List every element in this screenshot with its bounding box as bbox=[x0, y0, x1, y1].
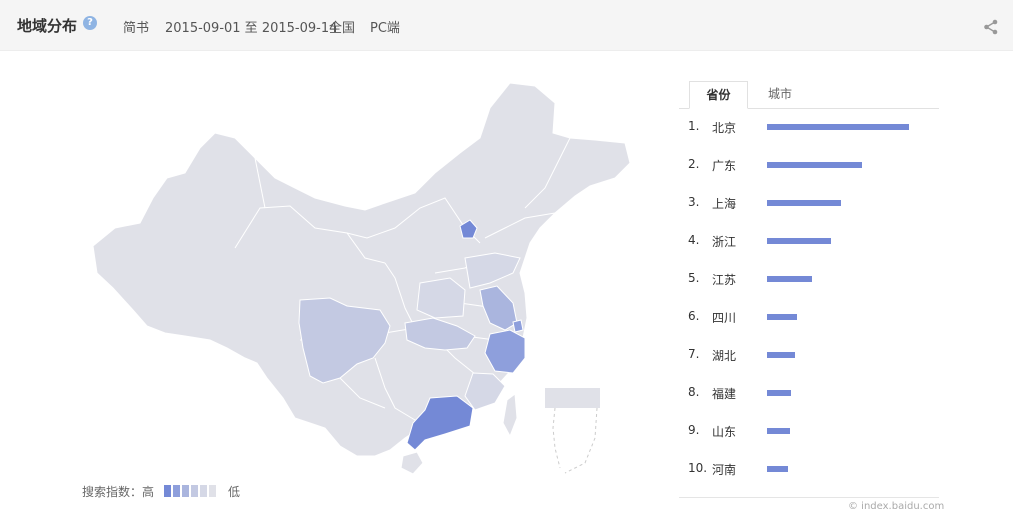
rank-number: 3. bbox=[688, 195, 700, 209]
rank-province-name: 湖北 bbox=[712, 349, 737, 363]
china-map[interactable] bbox=[85, 78, 645, 478]
rank-bar bbox=[767, 466, 788, 472]
rank-province-name: 广东 bbox=[712, 159, 737, 173]
keyword-label: 简书 bbox=[123, 21, 150, 36]
rank-bar bbox=[767, 124, 909, 130]
platform-filter[interactable]: PC端 bbox=[370, 17, 400, 36]
rank-province-name: 福建 bbox=[712, 387, 737, 401]
rank-number: 2. bbox=[688, 157, 700, 171]
header-bar: 地域分布 ? 简书 2015-09-01 至 2015-09-14 全国 PC端 bbox=[0, 0, 1013, 51]
rank-bar bbox=[767, 162, 862, 168]
rank-number: 6. bbox=[688, 309, 700, 323]
rank-number: 4. bbox=[688, 233, 700, 247]
south-china-sea-inset bbox=[545, 388, 600, 474]
date-range[interactable]: 2015-09-01 至 2015-09-14 bbox=[165, 17, 337, 36]
share-icon[interactable] bbox=[982, 18, 1000, 36]
help-icon[interactable]: ? bbox=[83, 16, 97, 30]
rank-number: 8. bbox=[688, 385, 700, 399]
rank-number: 1. bbox=[688, 119, 700, 133]
tab-province[interactable]: 省份 bbox=[689, 81, 748, 109]
rank-number: 9. bbox=[688, 423, 700, 437]
region-filter[interactable]: 全国 bbox=[329, 17, 355, 36]
rank-number: 10. bbox=[688, 461, 708, 475]
rank-bar bbox=[767, 238, 831, 244]
legend-swatch-2 bbox=[173, 485, 180, 497]
rank-province-name: 江苏 bbox=[712, 273, 737, 287]
page-title: 地域分布 bbox=[17, 17, 78, 35]
legend-high-label: 搜索指数：高 bbox=[82, 485, 155, 499]
rank-bar bbox=[767, 200, 841, 206]
legend-swatch-3 bbox=[182, 485, 189, 497]
ranking-tabs: 省份 城市 bbox=[679, 81, 939, 109]
rank-province-name: 浙江 bbox=[712, 235, 737, 249]
legend-swatch-6 bbox=[209, 485, 216, 497]
legend-low-label: 低 bbox=[228, 485, 241, 499]
rank-province-name: 山东 bbox=[712, 425, 737, 439]
footer-divider bbox=[679, 497, 939, 498]
legend-swatch-5 bbox=[200, 485, 207, 497]
rank-number: 7. bbox=[688, 347, 700, 361]
rank-bar bbox=[767, 390, 791, 396]
legend-swatch-1 bbox=[164, 485, 171, 497]
rank-bar bbox=[767, 352, 795, 358]
rank-number: 5. bbox=[688, 271, 700, 285]
rank-province-name: 上海 bbox=[712, 197, 737, 211]
map-hainan bbox=[400, 451, 424, 475]
rank-province-name: 河南 bbox=[712, 463, 737, 477]
rank-bar bbox=[767, 428, 790, 434]
tab-city[interactable]: 城市 bbox=[755, 81, 805, 107]
legend-swatch-4 bbox=[191, 485, 198, 497]
rank-province-name: 四川 bbox=[712, 311, 737, 325]
province-shanghai[interactable] bbox=[512, 319, 524, 333]
rank-bar bbox=[767, 276, 812, 282]
map-taiwan bbox=[502, 393, 518, 438]
province-henan[interactable] bbox=[416, 277, 466, 319]
rank-bar bbox=[767, 314, 797, 320]
rank-province-name: 北京 bbox=[712, 121, 737, 135]
source-credit: © index.baidu.com bbox=[848, 501, 945, 512]
